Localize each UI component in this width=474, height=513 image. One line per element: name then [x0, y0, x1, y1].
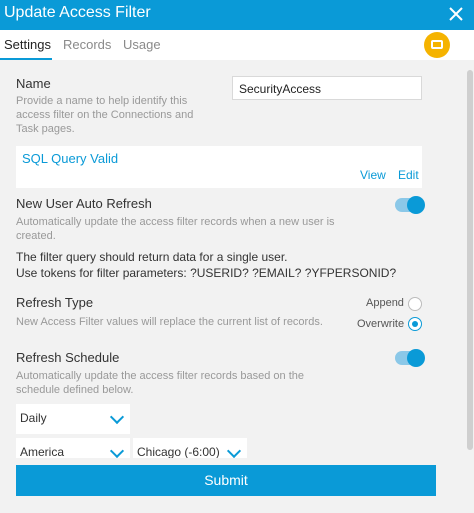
overwrite-option-label: Overwrite	[357, 318, 405, 330]
refresh-schedule-toggle[interactable]	[395, 349, 425, 367]
frequency-select[interactable]: Daily	[16, 404, 130, 434]
refresh-schedule-help-text: Automatically update the access filter r…	[16, 370, 304, 396]
refresh-schedule-label: Refresh Schedule	[16, 350, 120, 365]
timezone-select[interactable]: Chicago (-6:00)	[133, 438, 247, 458]
timezone-value: Chicago (-6:00)	[137, 445, 220, 458]
edit-link[interactable]: Edit	[398, 168, 419, 182]
auto-refresh-help-text: Automatically update the access filter r…	[16, 216, 335, 242]
close-icon[interactable]	[446, 4, 466, 24]
query-note-line1: The filter query should return data for …	[16, 250, 288, 264]
frequency-value: Daily	[20, 411, 47, 425]
chevron-down-icon	[226, 443, 242, 458]
sql-query-box: SQL Query Valid View Edit	[16, 146, 422, 188]
region-value: America	[20, 445, 65, 458]
region-select[interactable]: America	[16, 438, 130, 458]
auto-refresh-toggle[interactable]	[395, 196, 425, 214]
pin-icon[interactable]	[424, 32, 450, 58]
append-radio[interactable]	[408, 297, 422, 311]
query-note-line2: Use tokens for filter parameters: ?USERI…	[16, 266, 397, 280]
name-help-text: Provide a name to help identify this acc…	[16, 95, 194, 135]
tab-bar: Settings Records Usage	[0, 30, 474, 61]
append-option-label: Append	[366, 297, 404, 309]
sql-status: SQL Query Valid	[22, 151, 119, 166]
refresh-type-help-text: New Access Filter values will replace th…	[16, 316, 323, 328]
chevron-down-icon	[109, 443, 125, 458]
name-input[interactable]: SecurityAccess	[232, 76, 422, 100]
refresh-type-label: Refresh Type	[16, 295, 94, 310]
view-link[interactable]: View	[360, 168, 386, 182]
overwrite-radio[interactable]	[408, 317, 422, 331]
name-label: Name	[16, 76, 51, 91]
scrollbar-thumb[interactable]	[467, 70, 473, 450]
dialog-title: Update Access Filter	[4, 4, 151, 21]
tab-usage[interactable]: Usage	[123, 37, 161, 52]
dialog-titlebar: Update Access Filter	[0, 0, 474, 30]
auto-refresh-label: New User Auto Refresh	[16, 196, 152, 211]
chevron-down-icon	[109, 409, 125, 425]
tab-settings[interactable]: Settings	[4, 37, 51, 52]
submit-button[interactable]: Submit	[16, 465, 436, 496]
tab-records[interactable]: Records	[63, 37, 111, 52]
